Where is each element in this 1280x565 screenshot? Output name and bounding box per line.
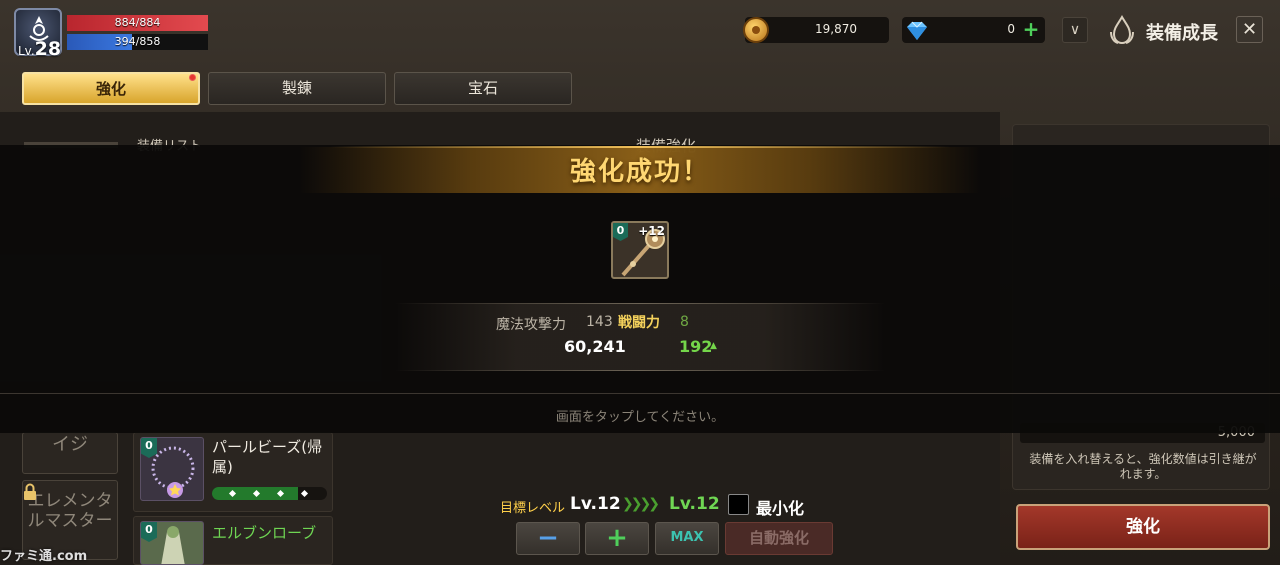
success-title: 強化成功！ [569, 157, 710, 187]
top-status-bar: Lv.28 884/884 394/858 19,870 0 + ∨ 装備成長 … [0, 0, 1280, 62]
player-level: Lv.28 [18, 38, 61, 60]
tab-gems[interactable]: 宝石 [394, 72, 572, 105]
max-level-button[interactable]: MAX [655, 522, 719, 555]
gem-counter: 0 + [902, 17, 1045, 43]
hp-bar: 884/884 [67, 15, 208, 31]
gold-value: 19,870 [815, 22, 857, 36]
decrease-level-button[interactable]: − [516, 522, 580, 555]
combat-power-total: 192 [679, 337, 713, 356]
item-progress-bar [212, 487, 327, 500]
mp-bar: 394/858 [67, 34, 208, 50]
tab-refine[interactable]: 製錬 [208, 72, 386, 105]
magic-attack-total: 60,241 [564, 337, 626, 356]
minimize-checkbox[interactable] [728, 494, 749, 515]
pearl-beads-icon: 0 [140, 437, 204, 501]
banner-highlight [330, 146, 950, 148]
increase-level-button[interactable]: + [585, 522, 649, 555]
tab-enhance[interactable]: 強化 [22, 72, 200, 105]
add-gems-button[interactable]: + [1021, 19, 1041, 40]
tap-hint: 画面をタップしてください。 [555, 410, 725, 425]
magic-attack-gain: 143 [586, 314, 613, 330]
combat-power-gain: 8 [680, 314, 689, 330]
gold-coin-icon [743, 17, 769, 43]
combat-power-label: 戦闘力 [618, 315, 660, 331]
enhance-button[interactable]: 強化 [1016, 504, 1270, 550]
equipment-growth-icon [1110, 14, 1134, 45]
transfer-note: 装備を入れ替えると、強化数値は引き継がれます。 [1029, 452, 1257, 481]
list-item-pearl-beads[interactable]: 0 パールビーズ(帰属) [133, 432, 333, 512]
mp-text: 394/858 [114, 35, 161, 48]
minimize-label: 最小化 [756, 499, 805, 518]
gold-counter: 19,870 [743, 17, 889, 43]
watermark: ファミ通.com [0, 549, 88, 564]
enhanced-item-icon: 0 +12 [611, 221, 669, 279]
level-arrows-icon: ❯❯❯❯ [622, 496, 660, 512]
target-level-label: 目標レベル [500, 501, 566, 516]
magic-attack-label: 魔法攻撃力 [496, 317, 566, 333]
elven-robe-icon: 0 [140, 521, 204, 565]
target-level: Lv.12 [669, 494, 720, 514]
item-name: エルブンローブ [212, 524, 317, 542]
tab-label: 強化 [95, 80, 126, 98]
tab-label: 製錬 [281, 79, 312, 97]
overlay-divider [0, 393, 1280, 394]
enhance-level: +12 [638, 224, 665, 238]
level-prefix: Lv. [18, 44, 35, 58]
chevron-down-icon[interactable]: ∨ [1062, 17, 1088, 43]
gem-value: 0 [1007, 22, 1015, 36]
list-item-elven-robe[interactable]: 0 エルブンローブ [133, 516, 333, 565]
notification-dot [189, 74, 196, 81]
category-button-1[interactable]: イジ [22, 432, 118, 474]
page-title: 装備成長 [1146, 23, 1218, 44]
tab-label: 宝石 [467, 79, 498, 97]
diamond-icon [907, 21, 927, 40]
auto-enhance-button[interactable]: 自動強化 [725, 522, 833, 555]
close-button[interactable]: ✕ [1236, 16, 1263, 43]
current-level: Lv.12 [570, 494, 621, 514]
up-arrow-icon: ▲ [710, 341, 717, 351]
lock-icon [24, 483, 36, 500]
level-number: 28 [34, 38, 62, 60]
item-name: パールビーズ(帰属) [212, 438, 323, 476]
